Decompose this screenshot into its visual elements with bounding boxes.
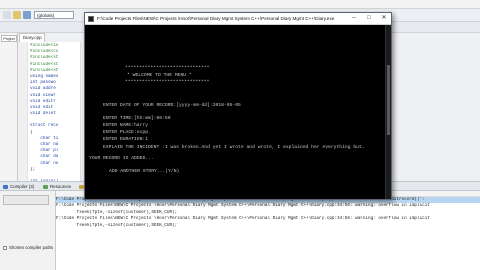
console-line: EXPLAIN THE INCIDENT :I was broken.And y… <box>103 145 365 150</box>
tab-label: Compiler (3) <box>10 184 35 189</box>
line-gutter <box>19 42 28 181</box>
close-button[interactable]: ✕ <box>377 13 391 24</box>
new-file-button[interactable] <box>3 11 11 19</box>
code-editor[interactable]: #include<io #include<co #include<st #includ… <box>19 42 81 203</box>
abort-compilation-button[interactable] <box>3 195 49 205</box>
compiler-icon <box>3 185 8 189</box>
console-app-icon <box>88 16 94 22</box>
shorten-label: Shorten compiler paths <box>9 245 54 250</box>
scope-combo[interactable]: (globals) <box>34 11 74 19</box>
console-line: ****************************** <box>125 80 210 85</box>
tab-compiler[interactable]: Compiler (3) <box>2 183 40 191</box>
console-output[interactable]: ****************************** * WELCOME… <box>85 25 391 199</box>
compiler-options-panel: Shorten compiler paths <box>0 191 56 270</box>
console-window[interactable]: F:\Code Projects Files\NEW\C Projects \H… <box>84 12 392 200</box>
log-line[interactable]: F:\Code Projects Files\NEW\C Projects \H… <box>56 203 480 209</box>
console-scrollbar[interactable] <box>385 25 391 199</box>
tab-project[interactable]: Project <box>1 35 17 42</box>
console-title: F:\Code Projects Files\NEW\C Projects \H… <box>97 16 335 21</box>
console-line: ENTER TIME:[hh:mm]:06:50 <box>103 116 171 121</box>
console-line: ENTER PLACE:ecpp <box>103 130 149 135</box>
resources-icon <box>43 185 48 189</box>
console-line: ENTER DURATION:1 <box>103 137 149 142</box>
menu-bar <box>0 0 480 9</box>
console-line: * WELCOME TO THE MENU * <box>127 73 192 78</box>
console-line: ****************************** <box>125 66 210 71</box>
console-line: ADD ANOTHER STORY...(Y/N) <box>109 169 180 174</box>
open-file-button[interactable] <box>13 11 21 19</box>
code-area[interactable]: #include<io #include<co #include<st #includ… <box>30 43 82 204</box>
compiler-log[interactable]: F:\Code Projects Files\NEW\C Projects \H… <box>56 191 480 270</box>
shorten-paths-checkbox[interactable]: Shorten compiler paths <box>3 245 53 250</box>
console-line: YOUR RECORD IS ADDED... <box>89 156 154 161</box>
project-panel: Project <box>0 33 18 181</box>
tab-resources[interactable]: Resources <box>42 183 76 191</box>
log-line[interactable]: fseek(fpte,-sizeof(customer),SEEK_CUR); <box>56 223 480 229</box>
console-line: ENTER NAME:harry <box>103 123 149 128</box>
maximize-button[interactable]: □ <box>362 13 376 24</box>
console-titlebar[interactable]: F:\Code Projects Files\NEW\C Projects \H… <box>85 13 391 25</box>
minimize-button[interactable]: – <box>347 13 361 24</box>
console-line: ENTER DATE OF YOUR RECORD:[yyyy-mm-dd]:2… <box>103 103 241 108</box>
save-button[interactable] <box>23 11 31 19</box>
scrollbar-thumb[interactable] <box>387 65 390 135</box>
tab-diary-cpp[interactable]: Diary.cpp <box>19 33 45 42</box>
log-line[interactable]: F:\Code Projects Files\NEW\C Projects \H… <box>56 216 480 222</box>
tab-label: Resources <box>50 184 71 189</box>
checkbox-box[interactable] <box>3 245 7 250</box>
